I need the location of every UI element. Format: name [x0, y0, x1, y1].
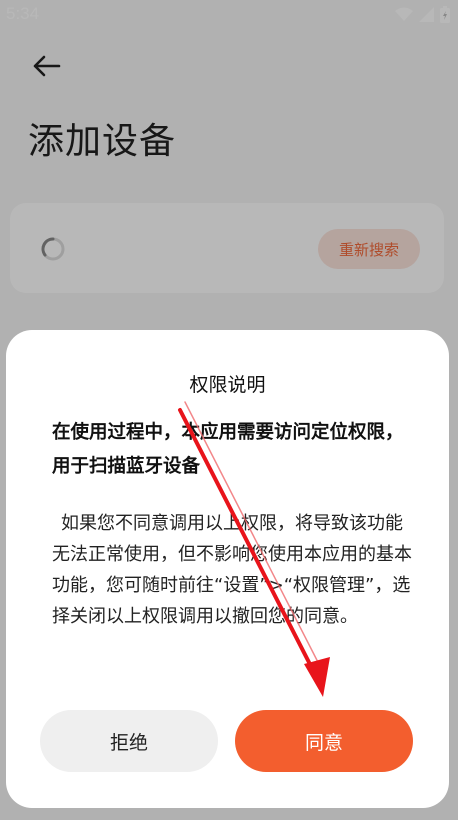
agree-button[interactable]: 同意 [235, 710, 413, 772]
dialog-title: 权限说明 [189, 374, 266, 396]
dialog-subtitle: 在使用过程中，本应用需要访问定位权限，用于扫描蓝牙设备 [52, 422, 404, 477]
dialog-body: 如果您不同意调用以上权限，将导致该功能无法正常使用，但不影响您使用本应用的基本功… [52, 513, 412, 627]
reject-button[interactable]: 拒绝 [40, 710, 218, 772]
permission-dialog: 权限说明 在使用过程中，本应用需要访问定位权限，用于扫描蓝牙设备 如果您不同意调… [6, 330, 449, 808]
